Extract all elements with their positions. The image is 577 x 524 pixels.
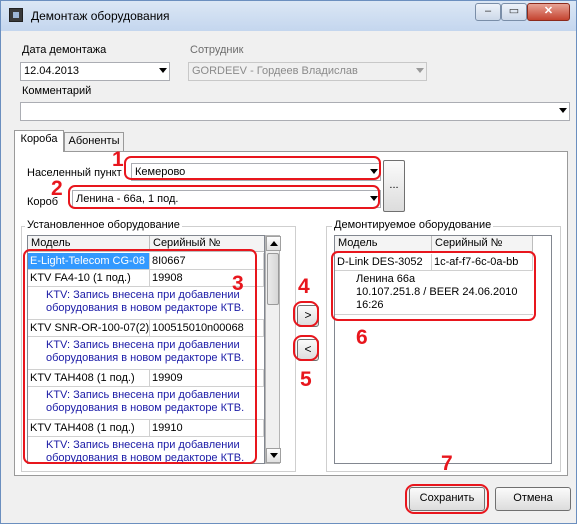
table-row-model[interactable]: D-Link DES-3052	[335, 254, 432, 271]
arrow-up-icon	[270, 241, 278, 246]
title-bar[interactable]: Демонтаж оборудования – ▭ ✕	[1, 1, 576, 31]
annotation-number-6: 6	[356, 326, 368, 349]
table-row-model[interactable]: KTV FA4-10 (1 под.)	[28, 270, 150, 287]
employee-dropdown: GORDEEV - Гордеев Владислав	[188, 62, 427, 81]
annotation-number-3: 3	[232, 272, 244, 295]
date-value: 12.04.2013	[24, 65, 80, 77]
cancel-button[interactable]: Отмена	[495, 487, 571, 511]
table-row-model[interactable]: KTV TAH408 (1 под.)	[28, 420, 150, 437]
row-detail-line: KTV: Запись внесена при добавлении	[46, 389, 240, 401]
row-detail-line: оборудования в новом редакторе КТВ.	[46, 302, 245, 314]
chevron-down-icon	[370, 196, 378, 201]
app-icon	[9, 8, 23, 22]
close-button[interactable]: ✕	[527, 3, 570, 21]
move-right-button[interactable]: >	[297, 305, 319, 327]
employee-value: GORDEEV - Гордеев Владислав	[192, 65, 358, 77]
removed-equipment-grid[interactable]: Модель Серийный № D-Link DES-3052 1c-af-…	[334, 235, 552, 464]
dialog-window: Демонтаж оборудования – ▭ ✕ Дата демонта…	[0, 0, 577, 524]
row-detail-note: KTV: Запись внесена при добавлении обору…	[28, 437, 264, 464]
browse-box-button[interactable]: ...	[383, 160, 405, 212]
row-detail-line: оборудования в новом редакторе КТВ.	[46, 352, 245, 364]
removed-equipment-title: Демонтируемое оборудование	[332, 219, 494, 231]
table-row-serial[interactable]: 19909	[150, 370, 264, 387]
date-label: Дата демонтажа	[22, 44, 107, 56]
row-detail-line: оборудования в новом редакторе КТВ.	[46, 452, 245, 464]
tab-boxes[interactable]: Короба	[14, 130, 64, 152]
box-dropdown[interactable]: Ленина - 66а, 1 под.	[72, 190, 381, 208]
row-detail-note: Ленина 66а 10.107.251.8 / BEER 24.06.201…	[335, 271, 533, 315]
installed-grid-scrollbar[interactable]	[265, 235, 281, 464]
row-detail-line: 10.107.251.8 / BEER 24.06.2010	[356, 286, 518, 298]
table-row-serial[interactable]: 19908	[150, 270, 264, 287]
employee-label: Сотрудник	[190, 44, 244, 56]
row-detail-note: KTV: Запись внесена при добавлении обору…	[28, 387, 264, 420]
chevron-down-icon	[159, 68, 167, 73]
table-row-serial[interactable]: 100515010n00068	[150, 320, 264, 337]
table-row-model[interactable]: KTV SNR-OR-100-07(2)	[28, 320, 150, 337]
boxes-tab-panel: Населенный пункт Кемерово Короб Ленина -…	[14, 151, 568, 476]
box-value: Ленина - 66а, 1 под.	[76, 193, 179, 205]
row-detail-line: KTV: Запись внесена при добавлении	[46, 439, 240, 451]
table-row-serial[interactable]: 8I0667	[150, 253, 264, 270]
save-button[interactable]: Сохранить	[409, 487, 485, 511]
maximize-button[interactable]: ▭	[501, 3, 527, 21]
installed-equipment-grid[interactable]: Модель Серийный № E-Light-Telecom CG-08 …	[27, 235, 265, 464]
window-title: Демонтаж оборудования	[31, 9, 170, 23]
scroll-up-button[interactable]	[266, 236, 281, 251]
chevron-down-icon	[559, 108, 567, 113]
row-detail-line: Ленина 66а	[356, 273, 416, 285]
row-detail-line: KTV: Запись внесена при добавлении	[46, 339, 240, 351]
scroll-down-button[interactable]	[266, 448, 281, 463]
date-picker[interactable]: 12.04.2013	[20, 62, 170, 81]
row-detail-note: KTV: Запись внесена при добавлении обору…	[28, 287, 264, 320]
column-header-model[interactable]: Модель	[335, 236, 432, 252]
column-header-serial[interactable]: Серийный №	[432, 236, 533, 252]
table-row-model[interactable]: KTV TAH408 (1 под.)	[28, 370, 150, 387]
annotation-number-4: 4	[298, 275, 310, 298]
row-detail-line: оборудования в новом редакторе КТВ.	[46, 402, 245, 414]
comment-label: Комментарий	[22, 85, 92, 97]
scroll-thumb[interactable]	[267, 253, 279, 305]
move-left-button[interactable]: <	[297, 339, 319, 361]
column-header-model[interactable]: Модель	[28, 236, 150, 252]
locality-label: Населенный пункт	[27, 167, 122, 179]
chevron-down-icon	[370, 169, 378, 174]
comment-dropdown[interactable]	[20, 102, 570, 121]
table-row-serial[interactable]: 1c-af-f7-6c-0a-bb	[432, 254, 533, 271]
annotation-number-1: 1	[112, 148, 124, 171]
arrow-down-icon	[270, 453, 278, 458]
row-detail-note: KTV: Запись внесена при добавлении обору…	[28, 337, 264, 370]
locality-dropdown[interactable]: Кемерово	[131, 163, 381, 181]
annotation-number-2: 2	[51, 177, 63, 200]
chevron-down-icon	[416, 68, 424, 73]
annotation-number-5: 5	[300, 368, 312, 391]
installed-equipment-title: Установленное оборудование	[25, 219, 182, 231]
minimize-button[interactable]: –	[475, 3, 501, 21]
table-row-model[interactable]: E-Light-Telecom CG-08	[28, 253, 150, 270]
annotation-number-7: 7	[441, 452, 453, 475]
column-header-serial[interactable]: Серийный №	[150, 236, 264, 252]
row-detail-line: 16:26	[356, 299, 384, 311]
locality-value: Кемерово	[135, 166, 186, 178]
table-row-serial[interactable]: 19910	[150, 420, 264, 437]
